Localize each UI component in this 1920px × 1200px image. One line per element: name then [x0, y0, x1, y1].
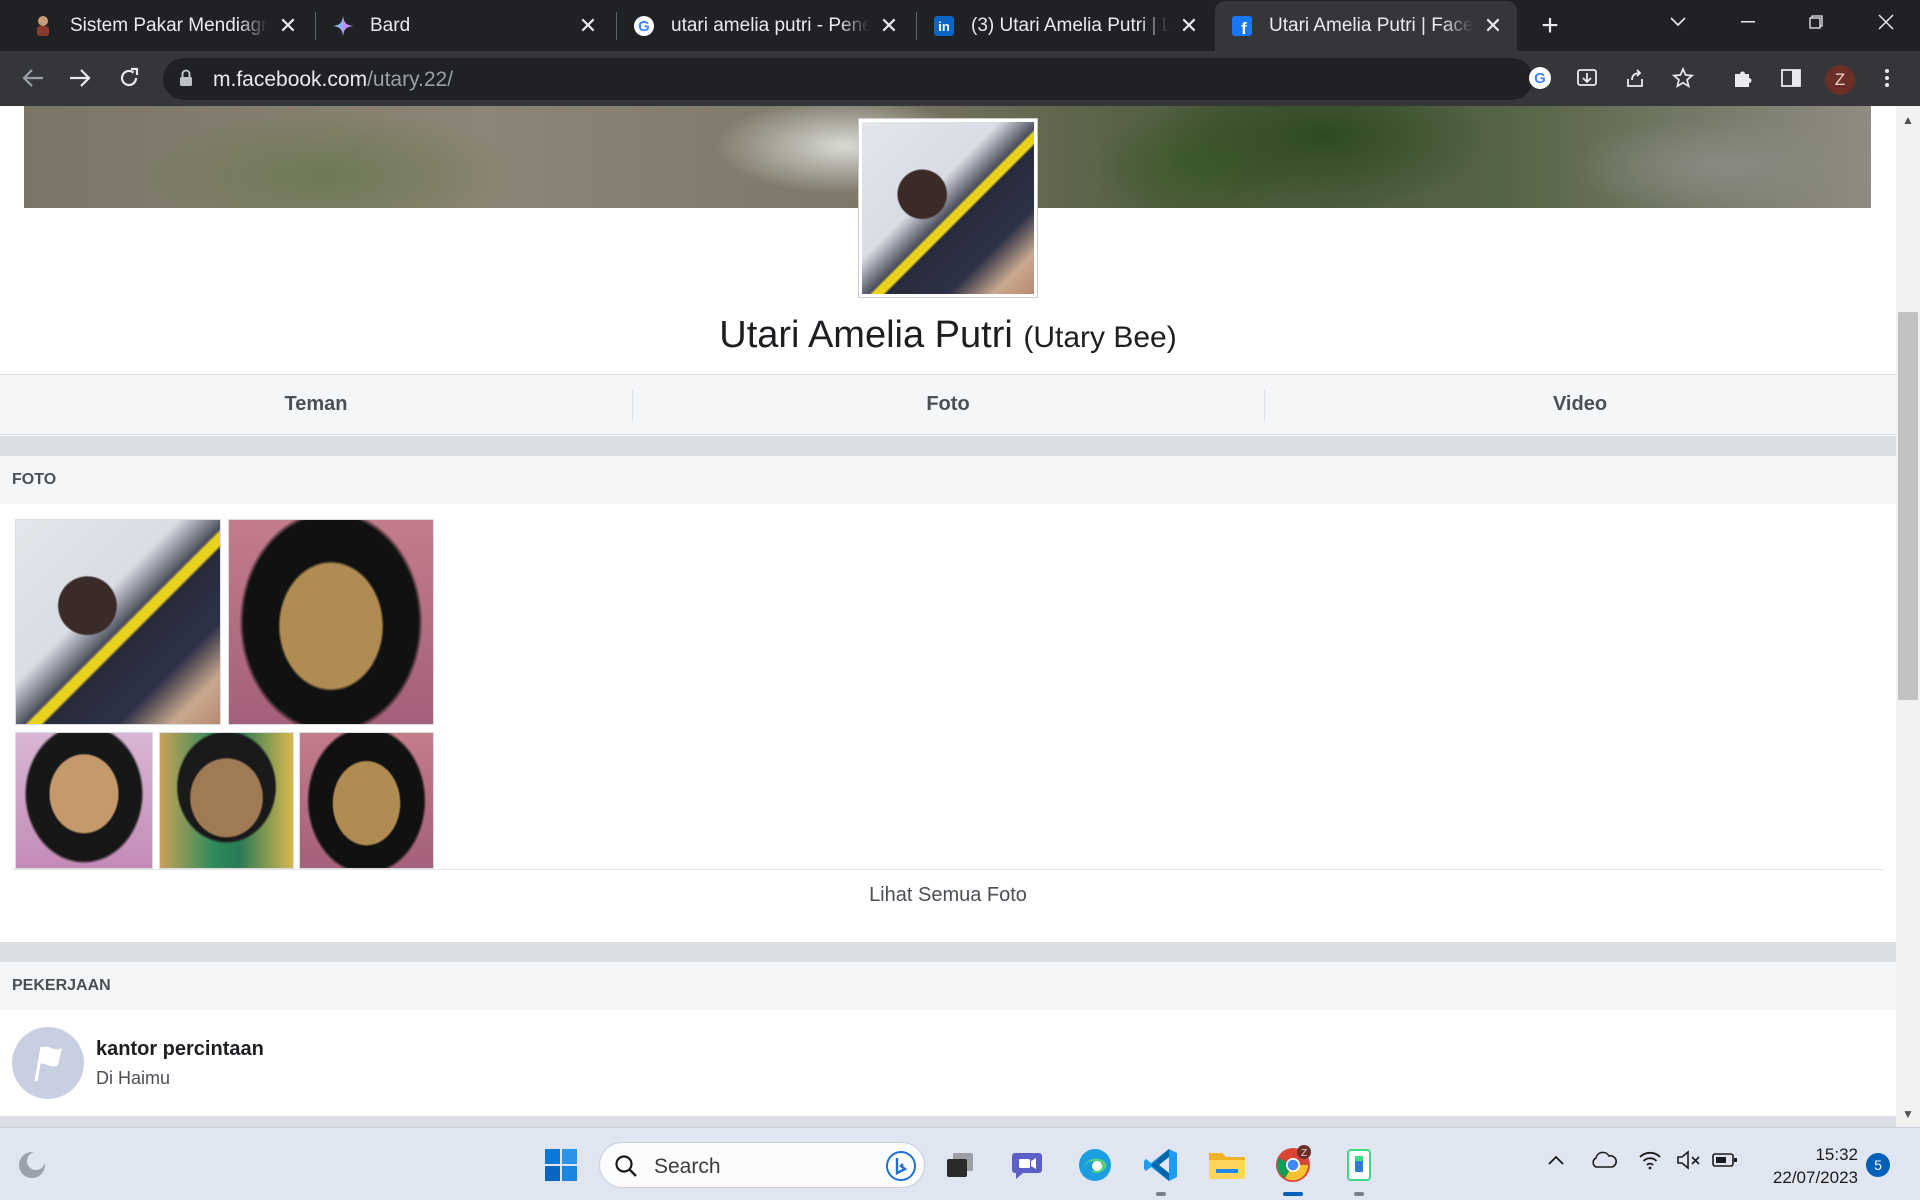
chrome-icon[interactable]: Z [1272, 1144, 1314, 1186]
page-viewport: Utari Amelia Putri (Utary Bee) Teman Fot… [0, 106, 1896, 1127]
teams-chat-icon[interactable] [1007, 1144, 1049, 1186]
photo-thumbnail[interactable] [228, 519, 434, 725]
photo-thumbnail[interactable] [15, 732, 153, 869]
weather-widget-icon[interactable] [12, 1144, 54, 1186]
edge-browser-icon[interactable] [1074, 1144, 1116, 1186]
search-placeholder: Search [654, 1155, 721, 1178]
vscode-icon[interactable] [1140, 1144, 1182, 1186]
clock-time: 15:32 [1815, 1145, 1858, 1164]
notification-count-badge[interactable]: 5 [1866, 1153, 1890, 1177]
browser-toolbar: m.facebook.com/utary.22/ G Z [0, 51, 1920, 106]
work-section-header: PEKERJAAN [0, 962, 1896, 1010]
side-panel-icon[interactable] [1774, 61, 1808, 95]
lock-icon[interactable] [179, 69, 193, 92]
nav-friends-link[interactable]: Teman [0, 375, 632, 434]
workplace-flag-icon[interactable] [12, 1027, 84, 1099]
svg-text:G: G [638, 18, 650, 35]
task-view-icon[interactable] [939, 1144, 981, 1186]
close-tab-icon[interactable]: ✕ [877, 13, 901, 38]
new-tab-button[interactable]: + [1534, 9, 1566, 42]
see-all-photos-link[interactable]: Lihat Semua Foto [0, 870, 1896, 920]
reload-button[interactable] [112, 61, 146, 95]
google-icon: G [633, 15, 655, 37]
android-studio-app-icon[interactable] [1338, 1144, 1380, 1186]
section-gap [0, 1116, 1896, 1127]
employer-name[interactable]: kantor percintaan [96, 1038, 264, 1061]
search-icon [614, 1154, 638, 1183]
tab-title: Utari Amelia Putri | Facebook [1269, 15, 1473, 36]
photo-thumbnail[interactable] [299, 732, 434, 869]
svg-text:f: f [1241, 19, 1247, 37]
windows-start-icon[interactable] [540, 1144, 582, 1186]
onedrive-cloud-icon[interactable] [1590, 1150, 1618, 1175]
photo-thumbnail[interactable] [159, 732, 294, 869]
system-clock[interactable]: 15:32 22/07/2023 [1754, 1143, 1858, 1189]
tab-linkedin[interactable]: in (3) Utari Amelia Putri | LinkedIn ✕ [917, 4, 1213, 48]
employer-location: Di Haimu [96, 1068, 171, 1088]
facebook-icon: f [1231, 15, 1253, 37]
tab-sistem-pakar[interactable]: Sistem Pakar Mendiagnosa ✕ [16, 4, 312, 48]
forward-button[interactable] [63, 61, 97, 95]
close-tab-icon[interactable]: ✕ [1177, 13, 1201, 38]
wifi-icon[interactable] [1638, 1150, 1662, 1175]
person-icon [32, 15, 54, 37]
minimize-button[interactable] [1714, 0, 1782, 44]
back-button[interactable] [16, 61, 50, 95]
windows-taskbar: Search Z 15:32 22/07/2023 5 [0, 1127, 1920, 1200]
profile-picture[interactable] [858, 118, 1038, 298]
bard-sparkle-icon [332, 15, 354, 37]
alternate-name: (Utary Bee) [1023, 321, 1177, 354]
scrollbar-thumb[interactable] [1898, 312, 1918, 700]
url-text: m.facebook.com/utary.22/ [213, 68, 454, 91]
profile-avatar[interactable]: Z [1825, 65, 1855, 95]
tab-title: (3) Utari Amelia Putri | LinkedIn [971, 15, 1169, 36]
close-tab-icon[interactable]: ✕ [576, 13, 600, 38]
svg-text:G: G [1534, 70, 1546, 87]
linkedin-icon: in [933, 15, 955, 37]
install-app-icon[interactable] [1570, 61, 1604, 95]
bookmark-star-icon[interactable] [1666, 61, 1700, 95]
tab-google-search[interactable]: G utari amelia putri - Penelusuran ✕ [617, 4, 913, 48]
tab-facebook[interactable]: f Utari Amelia Putri | Facebook ✕ [1215, 1, 1517, 51]
nav-photos-link[interactable]: Foto [632, 375, 1264, 434]
taskbar-search-box[interactable]: Search [599, 1142, 925, 1188]
photo-thumbnail[interactable] [15, 519, 221, 725]
address-bar[interactable]: m.facebook.com/utary.22/ [163, 58, 1533, 100]
profile-name: Utari Amelia Putri (Utary Bee) [719, 314, 1177, 356]
section-gap [0, 436, 1896, 456]
close-window-button[interactable] [1852, 0, 1920, 44]
tab-search-chevron-icon[interactable] [1644, 0, 1712, 44]
photos-section-header: FOTO [0, 456, 1896, 504]
menu-kebab-icon[interactable] [1870, 61, 1904, 95]
nav-videos-link[interactable]: Video [1264, 375, 1896, 434]
show-hidden-icons-chevron-icon[interactable] [1546, 1150, 1566, 1175]
battery-icon[interactable] [1712, 1150, 1738, 1175]
volume-muted-icon[interactable] [1676, 1150, 1702, 1175]
google-lens-icon[interactable]: G [1523, 61, 1557, 95]
tab-title: Sistem Pakar Mendiagnosa [70, 15, 268, 36]
svg-text:in: in [938, 19, 950, 34]
tab-strip: Sistem Pakar Mendiagnosa ✕ Bard ✕ G utar… [0, 0, 1920, 51]
share-icon[interactable] [1618, 61, 1652, 95]
bing-icon[interactable] [886, 1151, 916, 1186]
close-tab-icon[interactable]: ✕ [1481, 13, 1505, 38]
chrome-profile-badge: Z [1301, 1148, 1307, 1159]
scroll-down-arrow-icon[interactable]: ▼ [1898, 1104, 1918, 1124]
file-explorer-icon[interactable] [1206, 1144, 1248, 1186]
scroll-up-arrow-icon[interactable]: ▲ [1898, 110, 1918, 130]
tab-title: Bard [370, 15, 411, 36]
tab-title: utari amelia putri - Penelusuran [671, 15, 869, 36]
section-gap [0, 942, 1896, 962]
tab-bard[interactable]: Bard ✕ [316, 4, 612, 48]
extensions-puzzle-icon[interactable] [1726, 61, 1760, 95]
restore-button[interactable] [1782, 0, 1850, 44]
close-tab-icon[interactable]: ✕ [276, 13, 300, 38]
profile-nav: Teman Foto Video [0, 374, 1896, 435]
clock-date: 22/07/2023 [1772, 1168, 1858, 1187]
